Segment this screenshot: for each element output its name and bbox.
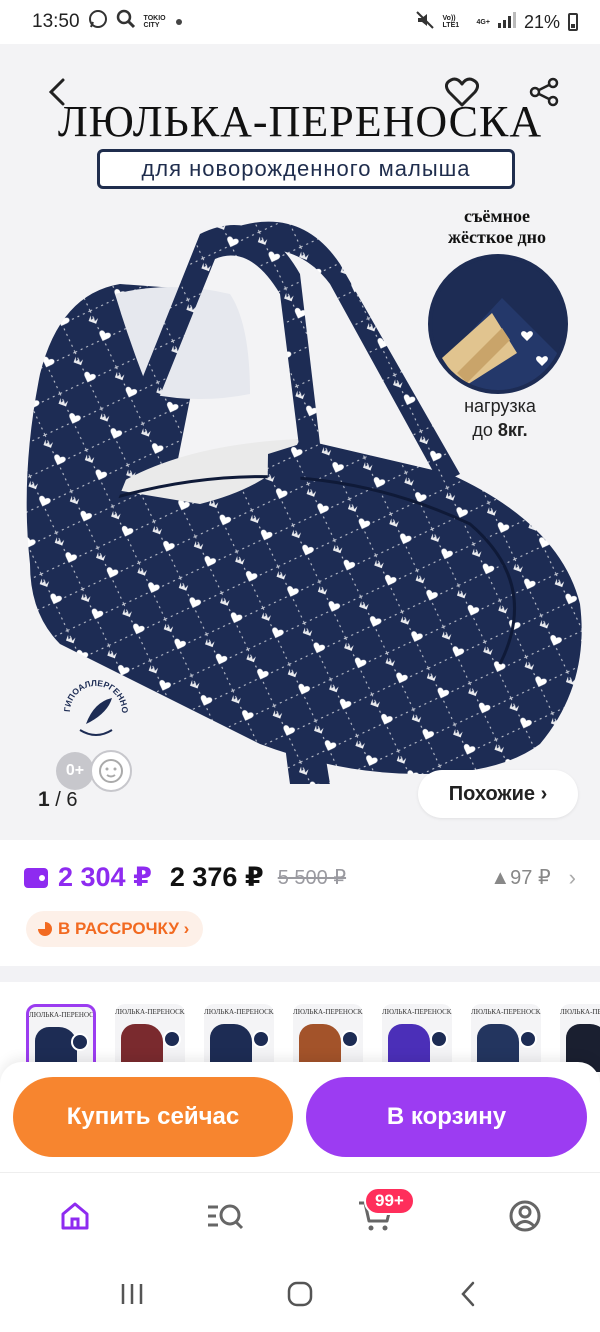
heart-icon <box>445 77 479 107</box>
tab-catalog[interactable] <box>200 1191 250 1241</box>
hero-subtitle: для новорожденного малыша <box>97 149 515 189</box>
counter-current: 1 <box>38 788 50 811</box>
action-bar: Купить сейчас В корзину <box>0 1062 600 1172</box>
load-prefix: до <box>472 420 498 440</box>
product-gallery[interactable]: ЛЮЛЬКА-ПЕРЕНОСКА для новорожденного малы… <box>0 44 600 840</box>
profile-icon <box>509 1200 541 1232</box>
whatsapp-icon <box>88 9 108 35</box>
battery-icon <box>568 13 578 31</box>
volte-label: Vo)) LTE1 <box>442 15 460 29</box>
recent-apps-button[interactable] <box>112 1276 152 1312</box>
search-status-icon <box>116 9 136 35</box>
chevron-left-icon <box>48 78 65 106</box>
tab-home[interactable] <box>50 1191 100 1241</box>
battery-percent: 21% <box>523 11 560 32</box>
thumbnail-title: ЛЮЛЬКА-ПЕРЕНОСКА <box>293 1008 363 1016</box>
price-delta: ▲97 ₽ › <box>490 865 576 891</box>
installment-icon <box>38 922 52 936</box>
load-line2: до 8кг. <box>440 418 560 442</box>
back-arrow-icon <box>461 1281 475 1307</box>
system-back-button[interactable] <box>448 1276 488 1312</box>
thumbnail-title: ЛЮЛЬКА-ПЕРЕНОСКА <box>382 1008 452 1016</box>
notification-dot-icon <box>175 19 182 25</box>
installment-label: В РАССРОЧКУ › <box>58 919 190 938</box>
thumbnail-detail-circle <box>430 1030 448 1048</box>
status-right: Vo)) LTE1 4G+ 21% <box>415 10 578 35</box>
detail-zoom-image <box>428 254 568 394</box>
thumbnail-detail-circle <box>163 1030 181 1048</box>
tab-profile[interactable] <box>500 1191 550 1241</box>
hero-title: ЛЮЛЬКА-ПЕРЕНОСКА <box>57 97 543 146</box>
status-time: 13:50 <box>32 11 80 32</box>
favorite-button[interactable] <box>442 72 482 112</box>
city-app-icon: TOKIO CITY <box>143 15 166 29</box>
card-price: 2 304 ₽ <box>58 862 152 892</box>
price: 2 376 ₽ <box>169 862 264 892</box>
installment-button[interactable]: В РАССРОЧКУ › <box>26 911 204 947</box>
section-divider <box>0 966 600 982</box>
thumbnail-title: ЛЮЛЬКА-ПЕРЕНОСКА <box>471 1008 541 1016</box>
mute-icon <box>415 10 435 35</box>
cart-count-badge: 99+ <box>364 1187 415 1215</box>
thumbnail-title: ЛЮЛЬКА-ПЕРЕНОСКА <box>560 1008 600 1016</box>
similar-button[interactable]: Похожие › <box>418 770 578 818</box>
network-gen-label: 4G+ <box>476 18 490 26</box>
system-nav-bar <box>0 1256 600 1332</box>
counter-total: / 6 <box>55 789 78 811</box>
feather-icon <box>86 698 112 724</box>
feature-label: съёмное жёсткое дно <box>412 206 582 248</box>
buy-now-button[interactable]: Купить сейчас <box>13 1077 293 1157</box>
thumbnail-detail-circle <box>341 1030 359 1048</box>
thumbnail-detail-circle <box>519 1030 537 1048</box>
home-circle-icon <box>287 1281 313 1307</box>
load-label: нагрузка до 8кг. <box>440 394 560 442</box>
signal-icon <box>497 11 516 33</box>
thumbnail-title: ЛЮЛЬКА-ПЕРЕНОСКА <box>115 1008 185 1016</box>
hypoallergenic-badge: ГИПОАЛЛЕРГЕННО <box>60 672 132 744</box>
load-value: 8кг. <box>497 420 528 440</box>
catalog-search-icon <box>208 1204 244 1230</box>
share-button[interactable] <box>524 72 564 112</box>
age-badges: 0+ <box>56 750 132 792</box>
wallet-icon <box>24 867 48 888</box>
thumbnail-title: ЛЮЛЬКА-ПЕРЕНОСКА <box>29 1011 93 1019</box>
load-line1: нагрузка <box>464 396 536 416</box>
system-home-button[interactable] <box>280 1276 320 1312</box>
feature-label-line1: съёмное <box>463 206 531 226</box>
age-badge: 0+ <box>56 752 94 790</box>
share-icon <box>529 77 559 107</box>
recent-apps-icon <box>121 1284 143 1304</box>
home-icon <box>61 1202 89 1230</box>
tab-bar: 99+ <box>0 1172 600 1256</box>
chevron-right-icon: › <box>568 864 576 890</box>
baby-icon <box>90 750 132 792</box>
feature-label-line2: жёсткое дно <box>448 227 546 247</box>
old-price: 5 500 ₽ <box>277 867 347 889</box>
add-to-cart-button[interactable]: В корзину <box>306 1077 587 1157</box>
status-left: 13:50 TOKIO CITY <box>32 9 182 35</box>
price-row[interactable]: 2 304 ₽ 2 376 ₽ 5 500 ₽ ▲97 ₽ › <box>24 862 576 893</box>
gallery-counter: 1 / 6 <box>38 788 78 812</box>
thumbnail-detail-circle <box>252 1030 270 1048</box>
thumbnail-title: ЛЮЛЬКА-ПЕРЕНОСКА <box>204 1008 274 1016</box>
status-bar: 13:50 TOKIO CITY Vo)) LTE1 4G+ 21% <box>0 0 600 44</box>
back-button[interactable] <box>36 72 76 112</box>
variant-thumbnails[interactable]: ЛЮЛЬКА-ПЕРЕНОСКА ЛЮЛЬКА-ПЕРЕНОСКА ЛЮЛЬКА-П… <box>0 982 600 1072</box>
thumbnail-detail-circle <box>71 1033 89 1051</box>
price-delta-value: ▲97 ₽ <box>490 867 551 889</box>
